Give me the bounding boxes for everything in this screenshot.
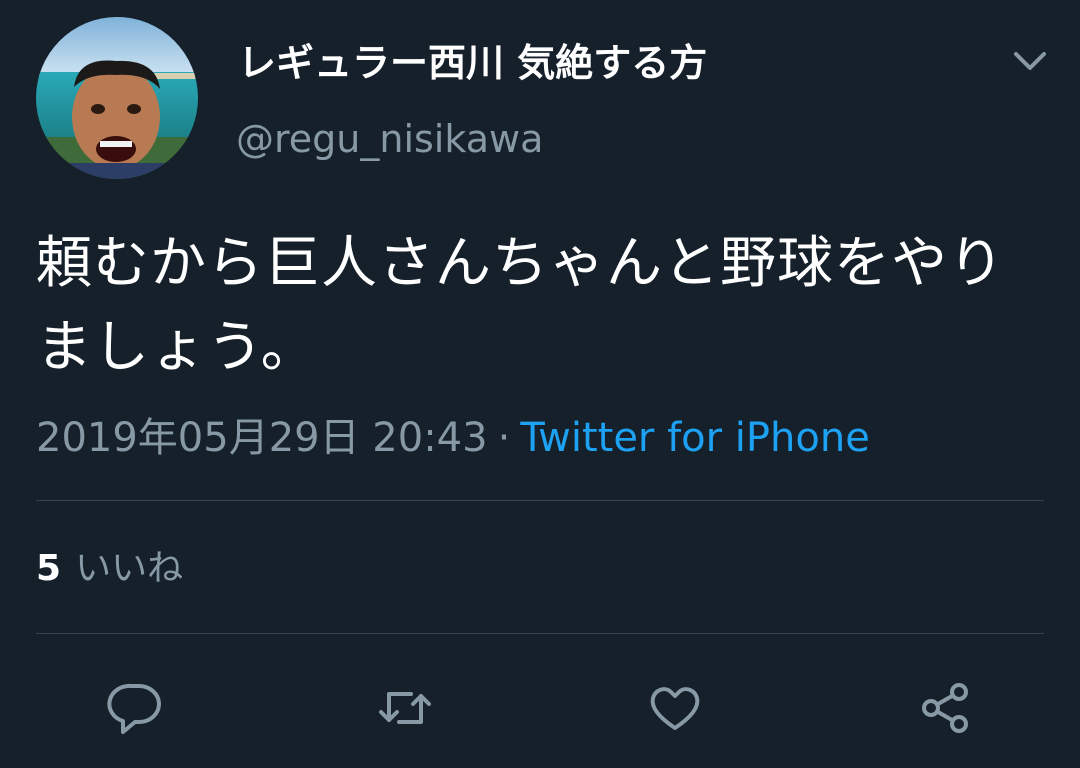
- share-button[interactable]: [917, 680, 973, 736]
- share-icon: [922, 683, 968, 733]
- display-name[interactable]: レギュラー西川 気絶する方: [238, 38, 707, 88]
- retweet-icon: [379, 692, 431, 724]
- tweet-source-link[interactable]: Twitter for iPhone: [520, 415, 870, 461]
- reply-button[interactable]: [107, 680, 163, 736]
- likes-count: 5: [36, 548, 62, 589]
- avatar[interactable]: [36, 17, 198, 179]
- chevron-down-icon[interactable]: [1010, 44, 1050, 80]
- like-button[interactable]: [647, 680, 703, 736]
- divider: [36, 500, 1044, 501]
- meta-separator: ·: [497, 415, 511, 461]
- tweet-timestamp[interactable]: 2019年05月29日 20:43: [36, 415, 488, 461]
- likes-label: いいね: [75, 548, 184, 589]
- divider: [36, 633, 1044, 634]
- tweet-detail: レギュラー西川 気絶する方 @regu_nisikawa 頼むから巨人さんちゃん…: [0, 0, 1080, 768]
- retweet-button[interactable]: [377, 680, 433, 736]
- user-handle[interactable]: @regu_nisikawa: [236, 114, 543, 164]
- speech-bubble-icon: [107, 683, 161, 734]
- profile-photo: [36, 17, 198, 179]
- tweet-text: 頼むから巨人さんちゃんと野球をやりましょう。: [36, 231, 1005, 380]
- heart-icon: [650, 687, 700, 730]
- tweet-meta: 2019年05月29日 20:43 · Twitter for iPhone: [36, 412, 870, 464]
- likes-stat[interactable]: 5 いいね: [36, 545, 183, 593]
